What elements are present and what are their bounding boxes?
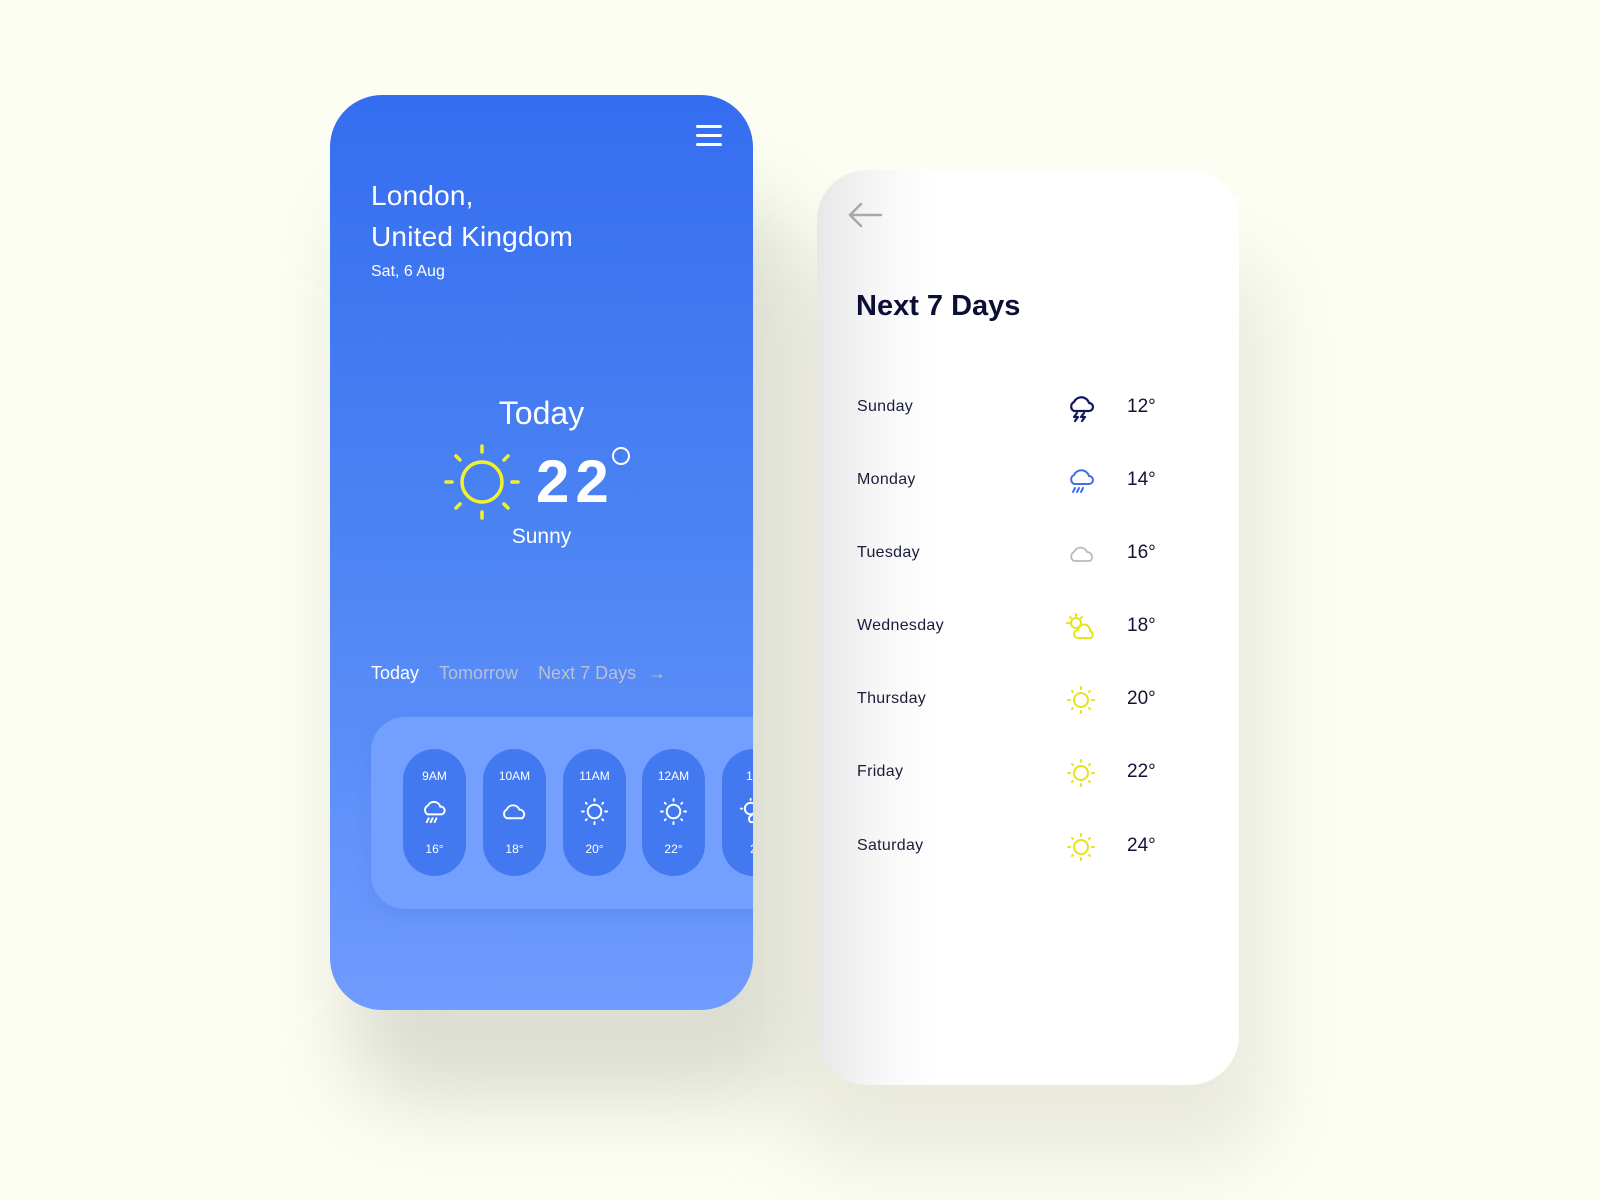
page-title: Next 7 Days	[856, 290, 1021, 322]
day-name: Wednesday	[857, 617, 944, 634]
day-row[interactable]: Saturday 24°	[817, 827, 1239, 867]
day-temp: 12°	[1127, 396, 1156, 417]
day-row[interactable]: Sunday 12°	[817, 388, 1239, 428]
hourly-item[interactable]: 9AM 16°	[403, 749, 466, 876]
hamburger-menu-icon[interactable]	[696, 125, 722, 147]
day-row[interactable]: Tuesday 16°	[817, 534, 1239, 574]
hour-time: 12AM	[657, 769, 690, 783]
arrow-left-icon[interactable]	[847, 200, 883, 230]
degree-symbol	[612, 447, 630, 465]
current-condition: Sunny	[511, 525, 572, 548]
today-weather-screen: London, United Kingdom Sat, 6 Aug Today …	[330, 95, 753, 1010]
day-row[interactable]: Thursday 20°	[817, 680, 1239, 720]
today-heading: Today	[498, 395, 585, 431]
sun-icon	[659, 797, 688, 826]
hour-temp: 2	[722, 842, 753, 856]
partly-sunny-icon	[739, 797, 753, 824]
hourly-item[interactable]: 12AM 22°	[642, 749, 705, 876]
day-row[interactable]: Friday 22°	[817, 753, 1239, 793]
hour-temp: 22°	[664, 842, 683, 856]
day-name: Saturday	[857, 837, 924, 854]
day-name: Sunday	[857, 398, 914, 415]
hour-temp: 20°	[585, 842, 604, 856]
day-row[interactable]: Monday 14°	[817, 461, 1239, 501]
day-name: Tuesday	[857, 544, 920, 561]
tab-tomorrow[interactable]: Tomorrow	[439, 663, 518, 684]
hour-temp: 18°	[505, 842, 524, 856]
next-7-days-screen: Next 7 Days Sunday 12° Monday 14° Tuesda…	[817, 170, 1239, 1085]
day-temp: 16°	[1127, 542, 1156, 563]
day-temp: 20°	[1127, 688, 1156, 709]
day-name: Thursday	[857, 690, 927, 707]
thunderstorm-icon	[1070, 396, 1095, 423]
location: London, United Kingdom	[371, 175, 573, 257]
hourly-item[interactable]: 1P 2	[722, 749, 753, 876]
current-date: Sat, 6 Aug	[371, 263, 445, 280]
hour-time: 9AM	[422, 769, 447, 783]
day-temp: 18°	[1127, 615, 1156, 636]
cloud-icon	[1070, 546, 1093, 562]
hourly-item[interactable]: 11AM 20°	[563, 749, 626, 876]
hour-temp: 16°	[425, 842, 444, 856]
country-name: United Kingdom	[371, 221, 574, 252]
tab-next-7-days[interactable]: Next 7 Days	[538, 663, 636, 684]
sun-icon	[1067, 833, 1095, 861]
day-temp: 22°	[1127, 761, 1156, 782]
sun-icon	[580, 797, 609, 826]
hourly-forecast-panel[interactable]: 9AM 16° 10AM 18° 11AM 20° 12AM 22° 1	[371, 717, 753, 909]
hourly-item[interactable]: 10AM 18°	[483, 749, 546, 876]
arrow-right-icon[interactable]: →	[648, 663, 666, 684]
hour-time: 1P	[746, 769, 753, 783]
sun-icon	[444, 444, 520, 520]
city-name: London,	[371, 180, 474, 211]
cloud-icon	[503, 804, 526, 820]
day-name: Friday	[857, 763, 904, 780]
day-row[interactable]: Wednesday 18°	[817, 607, 1239, 647]
current-temperature: 22	[536, 448, 615, 515]
rain-cloud-icon	[424, 800, 446, 824]
sun-icon	[1067, 686, 1095, 714]
forecast-tabs: Today Tomorrow Next 7 Days →	[371, 663, 666, 684]
hour-time: 10AM	[498, 769, 531, 783]
partly-sunny-icon	[1066, 613, 1094, 639]
sun-icon	[1067, 759, 1095, 787]
day-name: Monday	[857, 471, 916, 488]
day-temp: 24°	[1127, 835, 1156, 856]
tab-today[interactable]: Today	[371, 663, 419, 684]
hour-time: 11AM	[579, 769, 610, 783]
day-temp: 14°	[1127, 469, 1156, 490]
rain-cloud-icon	[1070, 469, 1094, 493]
